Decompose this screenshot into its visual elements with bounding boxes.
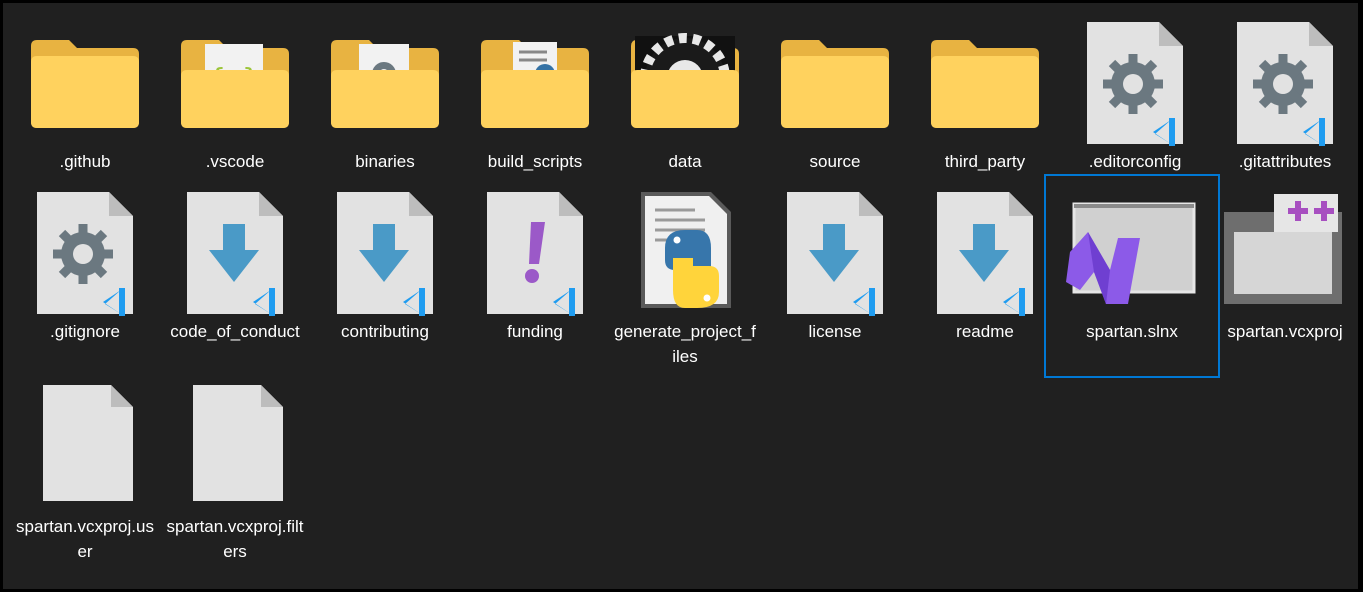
folder-vscode[interactable]: { } .vscode [160, 10, 310, 200]
item-label: data [668, 152, 702, 171]
item-label: funding [507, 322, 563, 341]
item-label: third_party [944, 152, 1026, 171]
exclamation-vscode-file-icon [487, 192, 583, 316]
blank-file-icon [193, 385, 283, 501]
folder-github[interactable]: .github [10, 10, 160, 200]
item-label: .vscode [205, 152, 265, 171]
folder-source[interactable]: source [760, 10, 910, 200]
file-editorconfig[interactable]: .editorconfig [1060, 10, 1210, 200]
item-label: .gitattributes [1238, 152, 1332, 171]
file-generate-project-files[interactable]: generate_project_files [610, 180, 760, 370]
folder-icon [331, 40, 439, 128]
item-label: generate_project_files [614, 322, 756, 366]
settings-vscode-file-icon [1237, 22, 1333, 146]
item-label: license [808, 322, 862, 341]
item-label: binaries [355, 152, 415, 171]
file-spartan-slnx[interactable]: spartan.slnx [1044, 174, 1220, 378]
cpp-project-icon [1224, 194, 1342, 304]
file-funding[interactable]: funding [460, 180, 610, 370]
folder-icon: { } [181, 40, 289, 128]
folder-icon [631, 33, 739, 128]
item-label: spartan.vcxproj.user [16, 517, 154, 561]
file-spartan-vcxproj-user[interactable]: spartan.vcxproj.user [10, 375, 160, 565]
folder-icon [31, 40, 139, 128]
item-label: source [809, 152, 861, 171]
file-readme[interactable]: readme [910, 180, 1060, 370]
file-license[interactable]: license [760, 180, 910, 370]
folder-build-scripts[interactable]: build_scripts [460, 10, 610, 200]
download-vscode-file-icon [937, 192, 1033, 316]
item-label: spartan.vcxproj.filters [166, 517, 304, 561]
visual-studio-solution-icon [1066, 202, 1196, 304]
settings-vscode-file-icon [1087, 22, 1183, 146]
folder-data[interactable]: data [610, 10, 760, 200]
file-code-of-conduct[interactable]: code_of_conduct [160, 180, 310, 370]
item-label: .gitignore [50, 322, 120, 341]
item-label: build_scripts [487, 152, 583, 171]
item-label: .editorconfig [1088, 152, 1182, 171]
download-vscode-file-icon [337, 192, 433, 316]
blank-file-icon [43, 385, 133, 501]
item-label: .github [59, 152, 111, 171]
file-contributing[interactable]: contributing [310, 180, 460, 370]
file-list-pane: .github { } .vscode binaries [3, 3, 1358, 589]
settings-vscode-file-icon [37, 192, 133, 316]
item-label: spartan.vcxproj [1227, 322, 1343, 341]
item-label: code_of_conduct [170, 322, 300, 341]
file-spartan-vcxproj[interactable]: spartan.vcxproj [1210, 180, 1360, 370]
download-vscode-file-icon [187, 192, 283, 316]
folder-icon [781, 40, 889, 128]
file-gitattributes[interactable]: .gitattributes [1210, 10, 1360, 200]
item-label: contributing [341, 322, 429, 341]
download-vscode-file-icon [787, 192, 883, 316]
file-gitignore[interactable]: .gitignore [10, 180, 160, 370]
folder-binaries[interactable]: binaries [310, 10, 460, 200]
folder-third-party[interactable]: third_party [910, 10, 1060, 200]
folder-icon [481, 40, 589, 128]
item-label: readme [956, 322, 1014, 341]
folder-icon [931, 40, 1039, 128]
file-spartan-vcxproj-filters[interactable]: spartan.vcxproj.filters [160, 375, 310, 565]
item-label: spartan.slnx [1086, 322, 1178, 341]
python-file-icon [641, 192, 731, 308]
